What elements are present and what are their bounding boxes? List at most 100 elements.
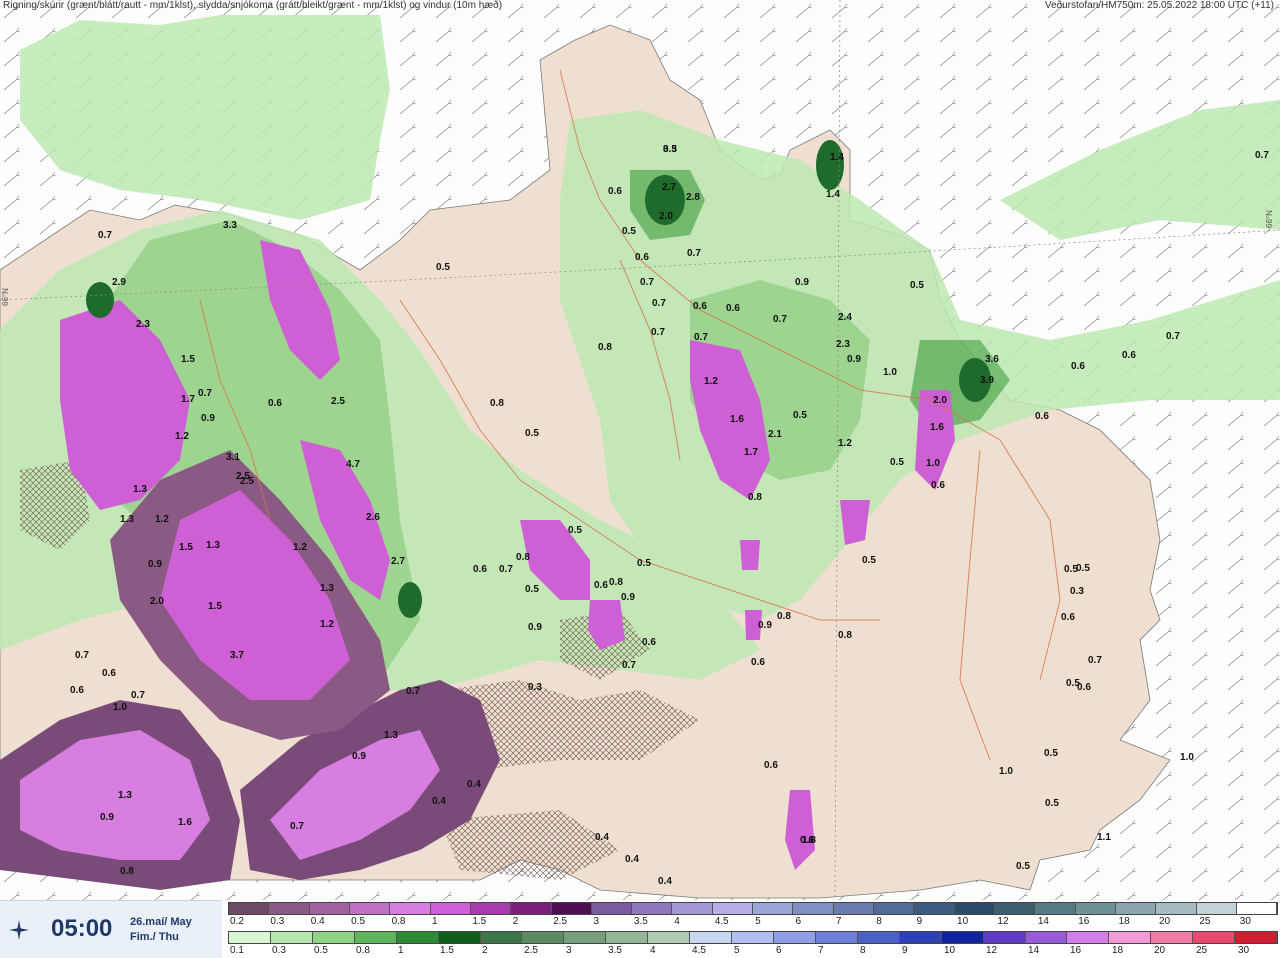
- legend-swatch: [564, 932, 607, 943]
- legend-label: 8: [876, 916, 882, 927]
- precip-value-label: 0.8: [609, 577, 623, 588]
- legend-swatch: [1151, 932, 1194, 943]
- legend-label: 0.3: [272, 945, 286, 956]
- precip-value-label: 0.9: [847, 354, 861, 365]
- legend-swatch: [648, 932, 691, 943]
- precip-value-label: 1.6: [730, 414, 744, 425]
- precip-value-label: 2.8: [686, 192, 700, 203]
- rain-legend: 0.1 0.3 0.5 0.8 1 1.5 2 2.5 3 3.5 4 4.5 5 6 7 8 9 10 12 14 1…: [228, 929, 1280, 958]
- legend-label: 4.5: [692, 945, 706, 956]
- precip-value-label: 0.6: [1035, 411, 1049, 422]
- precip-value-label: 0.6: [594, 580, 608, 591]
- legend-swatch: [914, 903, 955, 914]
- precip-value-label: 0.6: [1071, 361, 1085, 372]
- legend-swatch: [309, 903, 350, 914]
- legend-label: 20: [1154, 945, 1166, 956]
- precip-value-label: 0.5: [525, 584, 539, 595]
- precip-value-label: 1.7: [744, 447, 758, 458]
- precip-value-label: 0.7: [406, 686, 420, 697]
- precip-value-label: 0.7: [622, 660, 636, 671]
- legend-label: 3.5: [633, 916, 648, 927]
- precip-value-label: 0.5: [890, 457, 904, 468]
- precip-value-label: 3.1: [226, 452, 240, 463]
- precip-value-label: 1.7: [181, 394, 195, 405]
- legend-swatch: [690, 932, 733, 943]
- precip-value-label: 1.3: [384, 730, 398, 741]
- legend-swatch: [312, 932, 355, 943]
- precip-value-label: 0.6: [726, 303, 740, 314]
- graticule-label-right: 66°N: [1265, 210, 1274, 228]
- precip-value-label: 0.5: [525, 428, 539, 439]
- precip-value-label: 0.9: [352, 751, 366, 762]
- legend-label: 4: [650, 945, 656, 956]
- legend-label: 0.8: [391, 916, 406, 927]
- legend-swatch: [438, 932, 481, 943]
- precip-value-label: 0.6: [608, 186, 622, 197]
- precip-value-label: 0.4: [595, 832, 609, 843]
- legend-label: 16: [1070, 945, 1082, 956]
- precip-value-label: 0.6: [473, 564, 487, 575]
- legend-swatch: [1025, 932, 1068, 943]
- precip-value-label: 1.0: [1180, 752, 1194, 763]
- weather-map[interactable]: 66°N 66°N 0.5 2.7 2.8 2.0 0.6 0.5 0.6 0.7 1.4 1.4…: [0, 0, 1280, 901]
- precip-value-label: 2.9: [112, 277, 126, 288]
- precip-value-label: 0.6: [642, 637, 656, 648]
- legend-label: 0.5: [314, 945, 328, 956]
- precip-value-label: 0.6: [1122, 350, 1136, 361]
- legend-label: 18: [1118, 916, 1130, 927]
- legend-label: 0.8: [356, 945, 370, 956]
- legend-swatch: [522, 932, 565, 943]
- legend-label: 12: [986, 945, 998, 956]
- rain-legend-swatches: [228, 931, 1278, 944]
- legend-swatch: [857, 932, 900, 943]
- precip-value-label: 1.2: [175, 431, 189, 442]
- legend-label: 2: [512, 916, 519, 927]
- legend-label: 7: [835, 916, 842, 927]
- precip-value-label: 0.7: [640, 277, 654, 288]
- precip-value-label: 1.6: [178, 817, 192, 828]
- precip-value-label: 0.6: [764, 760, 778, 771]
- precip-value-label: 0.6: [635, 252, 649, 263]
- precip-value-label: 0.7: [98, 230, 112, 241]
- precip-value-label: 0.7: [198, 388, 212, 399]
- precip-value-label: 1.5: [181, 354, 195, 365]
- precip-value-label: 0.9: [100, 812, 114, 823]
- legend-label: 16: [1078, 916, 1090, 927]
- legend-label: 10: [944, 945, 956, 956]
- precip-value-label: 0.7: [1255, 150, 1269, 161]
- legend-label: 3: [566, 945, 572, 956]
- precip-value-label: 0.6: [268, 398, 282, 409]
- legend-label: 12: [997, 916, 1009, 927]
- precip-value-label: 2.3: [836, 339, 850, 350]
- legend-swatch: [815, 932, 858, 943]
- legend-swatch: [1115, 903, 1157, 914]
- legend-swatch: [1235, 932, 1278, 943]
- legend-label: 2: [482, 945, 488, 956]
- legend-swatch: [1156, 903, 1197, 914]
- precip-value-label: 1.3: [118, 790, 132, 801]
- legend-label: 9: [902, 945, 908, 956]
- legend-label: 7: [818, 945, 824, 956]
- precip-value-label: 3.9: [980, 375, 994, 386]
- legend-swatch: [229, 903, 270, 914]
- precip-value-label: 0.8: [516, 552, 530, 563]
- precip-value-label: 0.5: [1066, 678, 1080, 689]
- precip-value-label: 0.8: [490, 398, 504, 409]
- precip-value-label: 2.3: [136, 319, 150, 330]
- legend-swatch: [833, 903, 874, 914]
- time-panel[interactable]: 05:00 26.maí/ May Fim./ Thu: [0, 900, 222, 958]
- precip-value-label: 0.5: [1064, 564, 1078, 575]
- precip-value-label: 0.6: [102, 668, 116, 679]
- legend-swatch: [430, 903, 471, 914]
- precip-value-label: 0.9: [148, 559, 162, 570]
- legend-label: 25: [1199, 916, 1211, 927]
- precip-value-label: 1.2: [838, 438, 852, 449]
- graticule-label-left: 66°N: [1, 288, 10, 306]
- snow-legend: 0.2 0.3 0.4 0.5 0.8 1 1.5 2 2.5 3 3.5 4 4.5 5 6 7 8 9 10 12…: [228, 900, 1280, 929]
- legend-swatch: [732, 932, 774, 943]
- precip-value-label: 1.8: [802, 835, 816, 846]
- precip-value-label: 1.2: [155, 514, 169, 525]
- legend-label: 30: [1238, 945, 1250, 956]
- precip-value-label: 0.8: [598, 342, 612, 353]
- legend-swatch: [983, 932, 1026, 943]
